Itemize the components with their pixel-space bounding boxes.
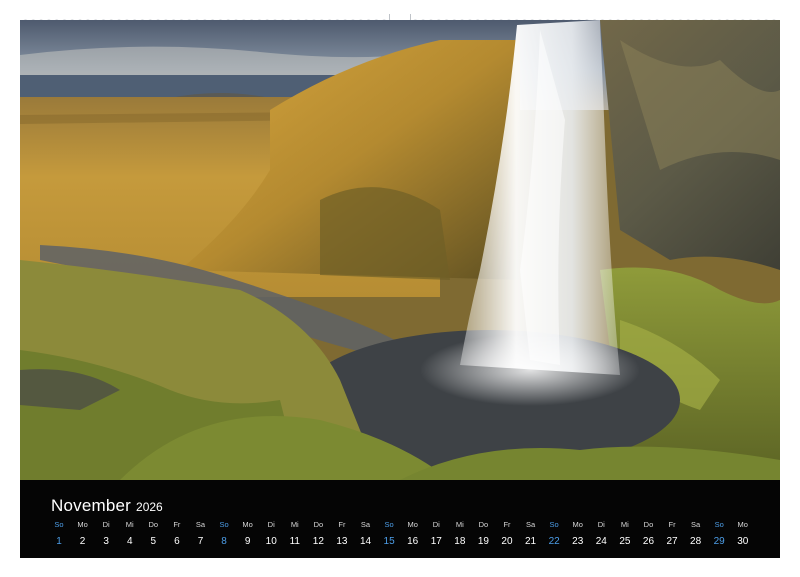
weekday-label: Do bbox=[643, 520, 654, 529]
weekday-label: Mi bbox=[455, 520, 464, 529]
day-cell: Di 24 bbox=[590, 520, 612, 548]
month-name: November bbox=[51, 496, 132, 515]
weekday-label: Do bbox=[478, 520, 489, 529]
day-cell: So 29 bbox=[708, 520, 730, 548]
waterfall-photo bbox=[20, 20, 780, 480]
weekday-label: Sa bbox=[691, 520, 701, 529]
weekday-label: Mi bbox=[290, 520, 299, 529]
day-number: 13 bbox=[336, 536, 348, 547]
day-number: 12 bbox=[312, 536, 324, 547]
day-cell: Sa 7 bbox=[189, 520, 211, 548]
day-cell: So 8 bbox=[213, 520, 235, 548]
day-cell: Fr 27 bbox=[661, 520, 683, 548]
day-number: 28 bbox=[690, 536, 702, 547]
day-number: 3 bbox=[103, 536, 109, 547]
day-cell: Do 5 bbox=[142, 520, 164, 548]
day-number: 9 bbox=[244, 536, 251, 547]
day-number: 1 bbox=[56, 536, 62, 547]
day-cell: So 15 bbox=[378, 520, 400, 548]
day-number: 24 bbox=[595, 536, 607, 547]
day-number: 25 bbox=[619, 536, 631, 547]
weekday-label: Di bbox=[597, 520, 605, 529]
day-cell: Mo 9 bbox=[237, 520, 259, 548]
day-number: 30 bbox=[737, 536, 749, 547]
day-number: 29 bbox=[713, 536, 725, 547]
day-number: 7 bbox=[197, 536, 204, 547]
day-number: 21 bbox=[525, 536, 537, 547]
day-cell: Di 3 bbox=[95, 520, 117, 548]
weekday-label: Di bbox=[267, 520, 275, 529]
day-number: 18 bbox=[454, 536, 466, 547]
day-number: 15 bbox=[383, 536, 395, 547]
day-number: 27 bbox=[666, 536, 678, 547]
day-cell: Mo 16 bbox=[402, 520, 424, 548]
day-cell: Di 10 bbox=[260, 520, 282, 548]
day-cell: Mo 30 bbox=[732, 520, 754, 548]
weekday-label: Mo bbox=[242, 520, 253, 529]
day-cell: So 22 bbox=[543, 520, 565, 548]
weekday-label: So bbox=[384, 520, 394, 529]
weekday-label: So bbox=[714, 520, 724, 529]
day-cell: Do 26 bbox=[637, 520, 659, 548]
day-number: 23 bbox=[572, 536, 584, 547]
weekday-label: Mo bbox=[572, 520, 583, 529]
year-label: 2026 bbox=[136, 500, 163, 514]
weekday-label: Mo bbox=[737, 520, 748, 529]
weekday-label: Di bbox=[102, 520, 110, 529]
day-number: 2 bbox=[79, 536, 86, 547]
day-number: 14 bbox=[359, 536, 372, 547]
day-cell: Mi 4 bbox=[119, 520, 141, 548]
weekday-label: Mo bbox=[407, 520, 418, 529]
weekday-label: Mo bbox=[77, 520, 88, 529]
weekday-label: Fr bbox=[503, 520, 511, 529]
day-cell: So 1 bbox=[48, 520, 70, 548]
day-cell: Fr 6 bbox=[166, 520, 188, 548]
day-cell: Di 17 bbox=[425, 520, 447, 548]
weekday-label: Sa bbox=[195, 520, 206, 529]
weekday-label: So bbox=[549, 520, 559, 529]
day-cell: Mo 23 bbox=[567, 520, 589, 548]
day-number: 5 bbox=[150, 536, 157, 547]
day-number: 17 bbox=[430, 536, 442, 547]
weekday-label: Sa bbox=[360, 520, 371, 529]
day-cell: Mo 2 bbox=[72, 520, 94, 548]
weekday-label: Do bbox=[148, 520, 159, 529]
day-cell: Sa 28 bbox=[685, 520, 707, 548]
day-cell: Sa 21 bbox=[520, 520, 542, 548]
day-number: 4 bbox=[126, 536, 133, 547]
month-heading: November 2026 bbox=[51, 496, 163, 516]
weekday-label: Fr bbox=[173, 520, 181, 529]
weekday-label: Do bbox=[313, 520, 324, 529]
day-number: 26 bbox=[642, 536, 655, 547]
day-number: 8 bbox=[221, 536, 227, 547]
weekday-label: Fr bbox=[668, 520, 676, 529]
weekday-label: So bbox=[54, 520, 64, 529]
day-cell: Mi 11 bbox=[284, 520, 306, 548]
day-number: 22 bbox=[548, 536, 560, 547]
day-cell: Do 19 bbox=[472, 520, 494, 548]
day-cell: Do 12 bbox=[307, 520, 329, 548]
weekday-label: Mi bbox=[620, 520, 629, 529]
day-cell: Sa 14 bbox=[355, 520, 377, 548]
weekday-label: Sa bbox=[525, 520, 536, 529]
day-cell: Fr 20 bbox=[496, 520, 518, 548]
day-number: 16 bbox=[407, 536, 419, 547]
day-cell: Fr 13 bbox=[331, 520, 353, 548]
calendar-strip: November 2026 So 1 Mo 2 Di 3 Mi 4 Do 5 Fr 6 Sa 7 So 8 Mo 9… bbox=[20, 480, 780, 558]
day-number: 20 bbox=[501, 536, 513, 547]
day-cell: Mi 18 bbox=[449, 520, 471, 548]
weekday-label: So bbox=[219, 520, 229, 529]
day-row: So 1 Mo 2 Di 3 Mi 4 Do 5 Fr 6 Sa 7 So 8 Mo 9 Di 10 Mi 11 Do 12 F… bbox=[48, 520, 754, 548]
weekday-label: Mi bbox=[125, 520, 134, 529]
day-number: 6 bbox=[174, 536, 180, 547]
day-number: 10 bbox=[265, 536, 277, 547]
day-number: 19 bbox=[477, 536, 489, 547]
weekday-label: Fr bbox=[338, 520, 346, 529]
day-number: 11 bbox=[289, 536, 300, 547]
weekday-label: Di bbox=[432, 520, 440, 529]
day-cell: Mi 25 bbox=[614, 520, 636, 548]
